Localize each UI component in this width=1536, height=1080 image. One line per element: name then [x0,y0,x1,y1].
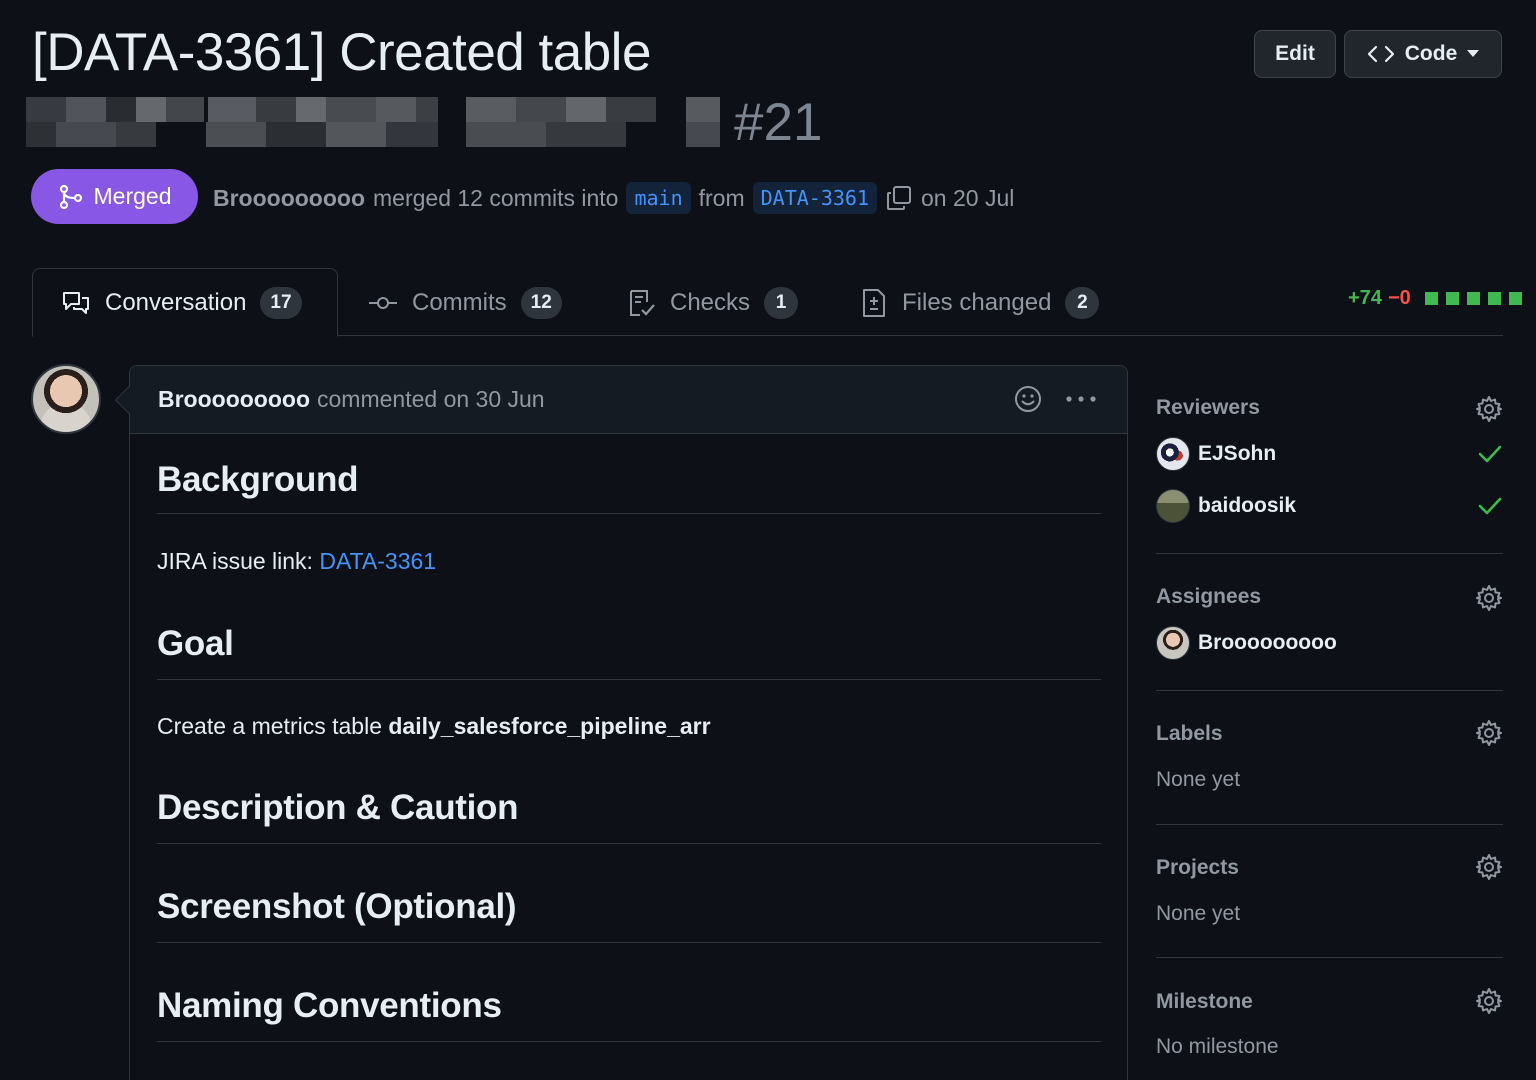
gear-icon[interactable] [1475,853,1503,881]
tab-conversation-label: Conversation [105,288,247,316]
sidebar-projects: Projects None yet [1156,825,1503,958]
gear-icon[interactable] [1475,987,1503,1015]
code-button[interactable]: Code [1344,30,1502,78]
git-merge-icon [59,184,82,209]
comment-meta: commented on 30 Jun [317,386,545,412]
triangle-down-icon [1467,50,1480,57]
projects-heading[interactable]: Projects [1156,856,1239,880]
jira-line: JIRA issue link: DATA-3361 [157,548,436,575]
check-icon [1478,497,1502,515]
goal-table-name: daily_salesforce_pipeline_arr [388,713,711,739]
pr-number: #21 [734,92,823,152]
gear-icon[interactable] [1475,584,1503,612]
heading-goal: Goal [157,624,1101,680]
assignee-avatar [1156,626,1190,660]
tab-commits[interactable]: Commits 12 [368,268,562,337]
reviewers-heading[interactable]: Reviewers [1156,396,1260,420]
tab-conversation[interactable]: Conversation 17 [32,268,338,337]
gear-icon[interactable] [1475,395,1503,423]
tab-commits-label: Commits [412,288,507,316]
reviewer-avatar [1156,437,1190,471]
heading-background: Background [157,460,1101,514]
code-icon [1367,45,1394,63]
diffstat-block [1487,292,1501,305]
merge-action-text: merged 12 commits into [373,184,619,211]
diffstat: +74 −0 [1348,287,1522,310]
edit-button[interactable]: Edit [1254,30,1336,78]
merged-state-badge: Merged [31,169,198,224]
reviewer-name: baidoosik [1198,494,1297,517]
assignee-item[interactable]: Brooooooooo [1156,626,1337,660]
labels-empty: None yet [1156,768,1241,791]
sidebar-milestone: Milestone No milestone [1156,958,1503,1080]
reviewer-item[interactable]: EJSohn [1156,437,1276,471]
comment-discussion-icon [63,291,89,314]
gear-icon[interactable] [1475,719,1503,747]
tab-commits-count: 12 [520,286,562,319]
sidebar-reviewers: Reviewers EJSohn baidoosik [1156,365,1503,554]
tab-conversation-count: 17 [260,286,302,319]
merge-author-link[interactable]: Brooooooooo [213,185,365,212]
comment-author-link[interactable]: Brooooooooo [158,386,310,413]
from-text: from [698,184,745,211]
jira-label: JIRA issue link: [157,548,313,574]
copy-icon[interactable] [885,184,913,212]
diffstat-block [1445,292,1459,305]
checklist-icon [630,289,655,316]
reviewer-item[interactable]: baidoosik [1156,489,1296,523]
head-branch[interactable]: DATA-3361 [752,182,877,214]
tab-checks-label: Checks [670,288,751,316]
tab-files-changed[interactable]: Files changed 2 [860,268,1100,337]
heading-naming-conventions: Naming Conventions [157,986,1101,1042]
heading-screenshot: Screenshot (Optional) [157,887,1101,943]
diffstat-block [1424,292,1438,305]
diff-deletions: −0 [1387,287,1411,309]
pr-description-comment: Brooooooooo commented on 30 Jun Backgrou… [129,365,1128,1080]
pr-title-line2: #21 [26,90,822,154]
projects-empty: None yet [1156,902,1241,925]
jira-issue-link[interactable]: DATA-3361 [319,548,436,574]
merge-date: on 20 Jul [921,184,1015,211]
heading-description-caution: Description & Caution [157,788,1101,844]
milestone-empty: No milestone [1156,1035,1279,1058]
tab-checks-count: 1 [764,286,799,319]
goal-line: Create a metrics table daily_salesforce_… [157,713,711,740]
assignees-heading[interactable]: Assignees [1156,585,1261,609]
git-commit-icon [369,296,397,309]
code-button-label: Code [1404,42,1458,65]
comment-author-avatar[interactable] [31,364,101,434]
kebab-horizontal-icon[interactable] [1065,394,1097,404]
assignee-name: Brooooooooo [1198,631,1337,654]
sidebar-assignees: Assignees Brooooooooo [1156,554,1503,691]
pr-tab-bar: Conversation 17 Commits 12 Checks 1 File… [32,268,1503,337]
goal-text: Create a metrics table [157,713,382,739]
reviewer-name: EJSohn [1198,442,1277,465]
merged-state-label: Merged [93,183,172,209]
tab-checks[interactable]: Checks 1 [628,268,799,337]
base-branch[interactable]: main [626,182,691,214]
reviewer-avatar [1156,489,1190,523]
milestone-heading[interactable]: Milestone [1156,990,1253,1014]
diff-additions: +74 [1348,287,1382,309]
labels-heading[interactable]: Labels [1156,722,1223,746]
file-diff-icon [863,288,885,317]
tab-files-changed-label: Files changed [902,288,1052,316]
diffstat-block [1466,292,1480,305]
comment-header: Brooooooooo commented on 30 Jun [130,366,1127,434]
pr-title: [DATA-3361] Created table [32,23,651,82]
pr-meta: Brooooooooo merged 12 commits into main … [213,180,1014,216]
check-icon [1478,445,1502,463]
diffstat-block [1508,292,1522,305]
tab-files-changed-count: 2 [1065,286,1100,319]
smiley-icon[interactable] [1013,384,1043,414]
redacted-title-text [26,97,720,147]
sidebar-labels: Labels None yet [1156,691,1503,825]
